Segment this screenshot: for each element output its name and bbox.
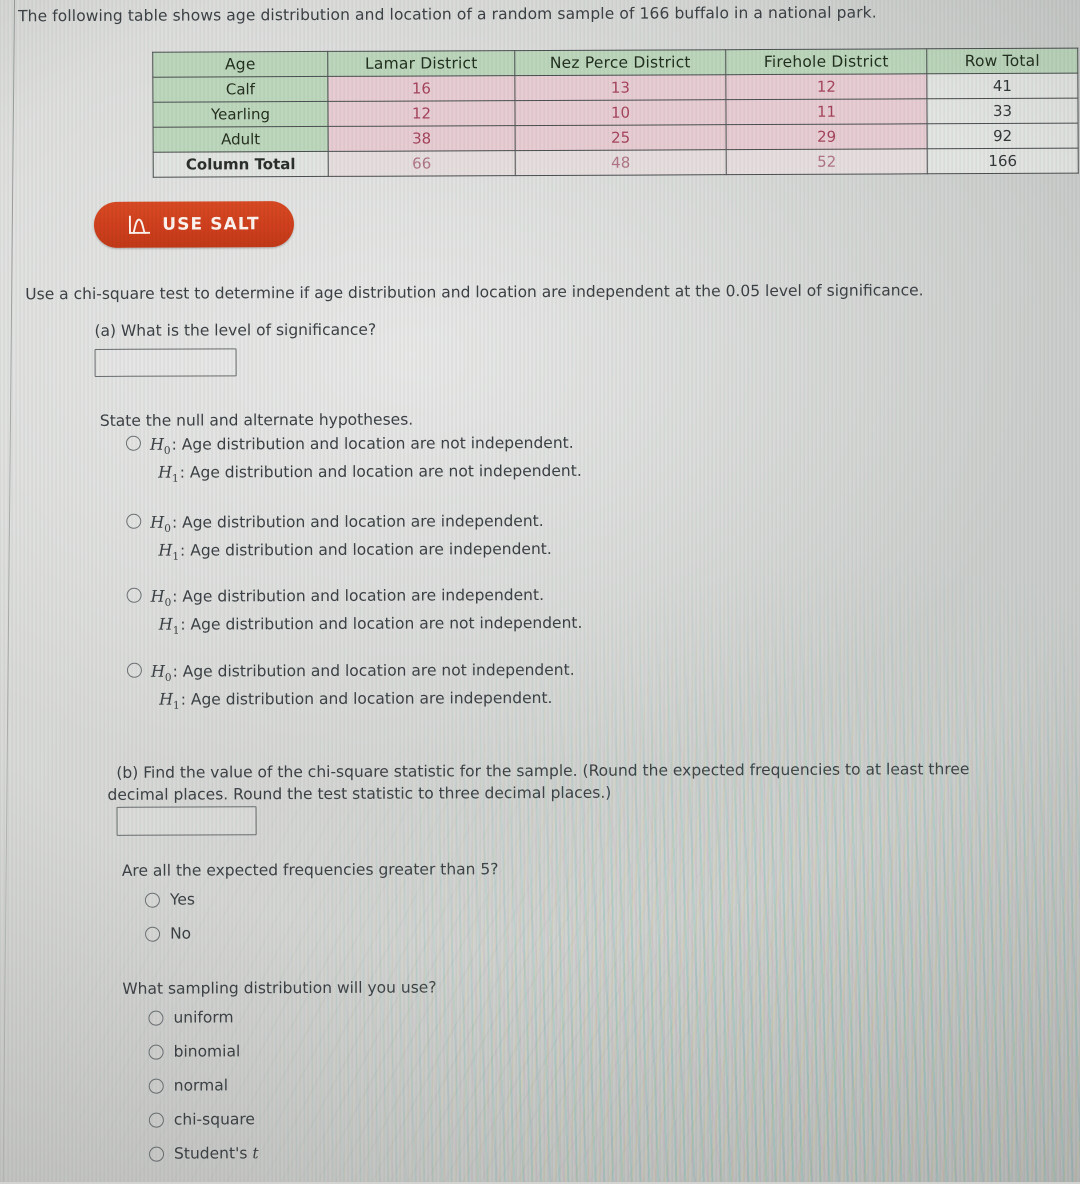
hypothesis-2-h1-text: : Age distribution and location are inde…	[180, 540, 552, 560]
cell-total-lamar: 66	[328, 150, 516, 177]
hypothesis-option-3[interactable]: H0 : Age distribution and location are i…	[126, 585, 583, 637]
option-students-t-label: Student's	[173, 1144, 248, 1163]
option-students-t-variable: t	[252, 1144, 259, 1163]
radio-binomial[interactable]	[148, 1044, 164, 1060]
column-header-nez-perce-district: Nez Perce District	[514, 49, 726, 76]
radio-chi-square[interactable]	[148, 1112, 164, 1128]
hypothesis-option-2[interactable]: H0 : Age distribution and location are i…	[126, 511, 552, 563]
part-a-question: (a) What is the level of significance?	[94, 320, 377, 340]
option-normal[interactable]: normal	[148, 1068, 259, 1102]
radio-hypothesis-2[interactable]	[126, 513, 142, 529]
part-b-question: (b) Find the value of the chi-square sta…	[107, 758, 1056, 806]
state-hypotheses-label: State the null and alternate hypotheses.	[99, 410, 414, 430]
chi-square-statistic-input[interactable]	[116, 806, 257, 836]
expected-frequencies-question: Are all the expected frequencies greater…	[121, 860, 499, 880]
level-of-significance-input[interactable]	[94, 348, 237, 377]
table-row-column-total: Column Total 66 48 52 166	[153, 148, 1079, 178]
content-root: The following table shows age distributi…	[0, 0, 1080, 1184]
hypothesis-4-h0-text: : Age distribution and location are not …	[172, 660, 575, 681]
cell-calf-nezperce: 13	[514, 74, 726, 101]
h1-symbol: H1	[158, 614, 180, 637]
cell-yearling-firehole: 11	[725, 98, 928, 125]
hypothesis-option-4[interactable]: H0 : Age distribution and location are n…	[126, 660, 575, 712]
h1-symbol: H1	[158, 540, 180, 563]
cell-yearling-lamar: 12	[327, 100, 516, 127]
radio-hypothesis-1[interactable]	[125, 435, 141, 451]
cell-total-firehole: 52	[726, 148, 928, 175]
radio-hypothesis-4[interactable]	[126, 662, 142, 678]
hypothesis-3-h0-text: : Age distribution and location are inde…	[172, 585, 545, 606]
option-binomial[interactable]: binomial	[148, 1034, 259, 1068]
buffalo-contingency-table: Age Lamar District Nez Perce District Fi…	[152, 48, 1079, 178]
cell-yearling-rowtotal: 33	[926, 98, 1079, 124]
cell-total-nezperce: 48	[515, 149, 727, 176]
hypothesis-1-h0-text: : Age distribution and location are not …	[171, 433, 574, 454]
radio-yes[interactable]	[144, 892, 160, 908]
h0-symbol: H0	[150, 661, 172, 684]
radio-normal[interactable]	[148, 1078, 164, 1094]
hypothesis-2-h0-text: : Age distribution and location are inde…	[171, 511, 544, 532]
hypothesis-option-3-h1: H1 : Age distribution and location are n…	[127, 613, 583, 637]
cell-calf-firehole: 12	[725, 73, 927, 100]
option-yes-label: Yes	[169, 890, 195, 909]
intro-text: The following table shows age distributi…	[18, 3, 877, 26]
option-chi-square[interactable]: chi-square	[148, 1102, 259, 1136]
hypothesis-3-h1-text: : Age distribution and location are not …	[180, 614, 583, 634]
cell-calf-rowtotal: 41	[926, 73, 1078, 99]
h1-symbol: H1	[159, 689, 180, 712]
column-header-lamar-district: Lamar District	[327, 50, 515, 77]
cell-grand-total: 166	[927, 148, 1079, 174]
hypothesis-1-h1-text: : Age distribution and location are not …	[179, 462, 582, 482]
h0-symbol: H0	[150, 512, 171, 535]
option-yes[interactable]: Yes	[144, 883, 195, 917]
hypothesis-option-4-h1: H1 : Age distribution and location are i…	[127, 688, 575, 712]
use-salt-button[interactable]: USE SALT	[93, 201, 295, 248]
option-chi-square-label: chi-square	[173, 1110, 255, 1129]
h0-symbol: H0	[150, 586, 172, 609]
hypothesis-option-4-h0: H0 : Age distribution and location are n…	[126, 660, 575, 684]
radio-hypothesis-3[interactable]	[126, 587, 142, 603]
cell-calf-lamar: 16	[327, 75, 515, 102]
cell-adult-lamar: 38	[328, 125, 516, 152]
radio-uniform[interactable]	[148, 1010, 164, 1026]
cell-yearling-nezperce: 10	[514, 99, 727, 126]
hypothesis-option-3-h0: H0 : Age distribution and location are i…	[126, 585, 583, 609]
expected-frequencies-options: Yes No	[144, 883, 195, 951]
column-header-row-total: Row Total	[926, 48, 1078, 74]
radio-students-t[interactable]	[148, 1146, 165, 1162]
part-b-line2: decimal places. Round the test statistic…	[107, 783, 612, 804]
cell-adult-nezperce: 25	[515, 124, 727, 151]
option-uniform[interactable]: uniform	[148, 1000, 258, 1034]
row-label-yearling: Yearling	[152, 101, 329, 128]
column-header-age: Age	[152, 51, 328, 78]
hypothesis-option-2-h0: H0 : Age distribution and location are i…	[126, 511, 551, 535]
option-no-label: No	[170, 924, 192, 943]
part-b-line1: (b) Find the value of the chi-square sta…	[116, 760, 970, 782]
option-no[interactable]: No	[145, 917, 195, 951]
column-header-firehole-district: Firehole District	[725, 48, 927, 75]
use-salt-label: USE SALT	[162, 214, 260, 235]
cell-adult-rowtotal: 92	[927, 123, 1079, 149]
sampling-distribution-question: What sampling distribution will you use?	[122, 978, 437, 998]
option-uniform-label: uniform	[173, 1008, 234, 1027]
hypothesis-option-1-h1: H1 : Age distribution and location are n…	[126, 461, 582, 485]
hypothesis-option-1[interactable]: H0 : Age distribution and location are n…	[125, 433, 582, 485]
h1-symbol: H1	[158, 462, 179, 485]
hypothesis-option-2-h1: H1 : Age distribution and location are i…	[126, 539, 551, 563]
option-students-t[interactable]: Student's t	[148, 1136, 259, 1170]
row-label-adult: Adult	[153, 126, 329, 153]
hypothesis-4-h1-text: : Age distribution and location are inde…	[180, 689, 553, 709]
hypothesis-option-1-h0: H0 : Age distribution and location are n…	[125, 433, 582, 457]
option-normal-label: normal	[173, 1076, 229, 1095]
row-label-column-total: Column Total	[153, 151, 329, 178]
sampling-distribution-options: uniform binomial normal chi-square Stude…	[148, 1000, 259, 1170]
cell-adult-firehole: 29	[726, 123, 928, 150]
row-label-calf: Calf	[152, 76, 328, 103]
distribution-curve-icon	[129, 215, 151, 234]
option-binomial-label: binomial	[173, 1042, 241, 1061]
radio-no[interactable]	[145, 926, 161, 942]
h0-symbol: H0	[149, 434, 171, 457]
lead-instruction: Use a chi-square test to determine if ag…	[25, 281, 924, 304]
